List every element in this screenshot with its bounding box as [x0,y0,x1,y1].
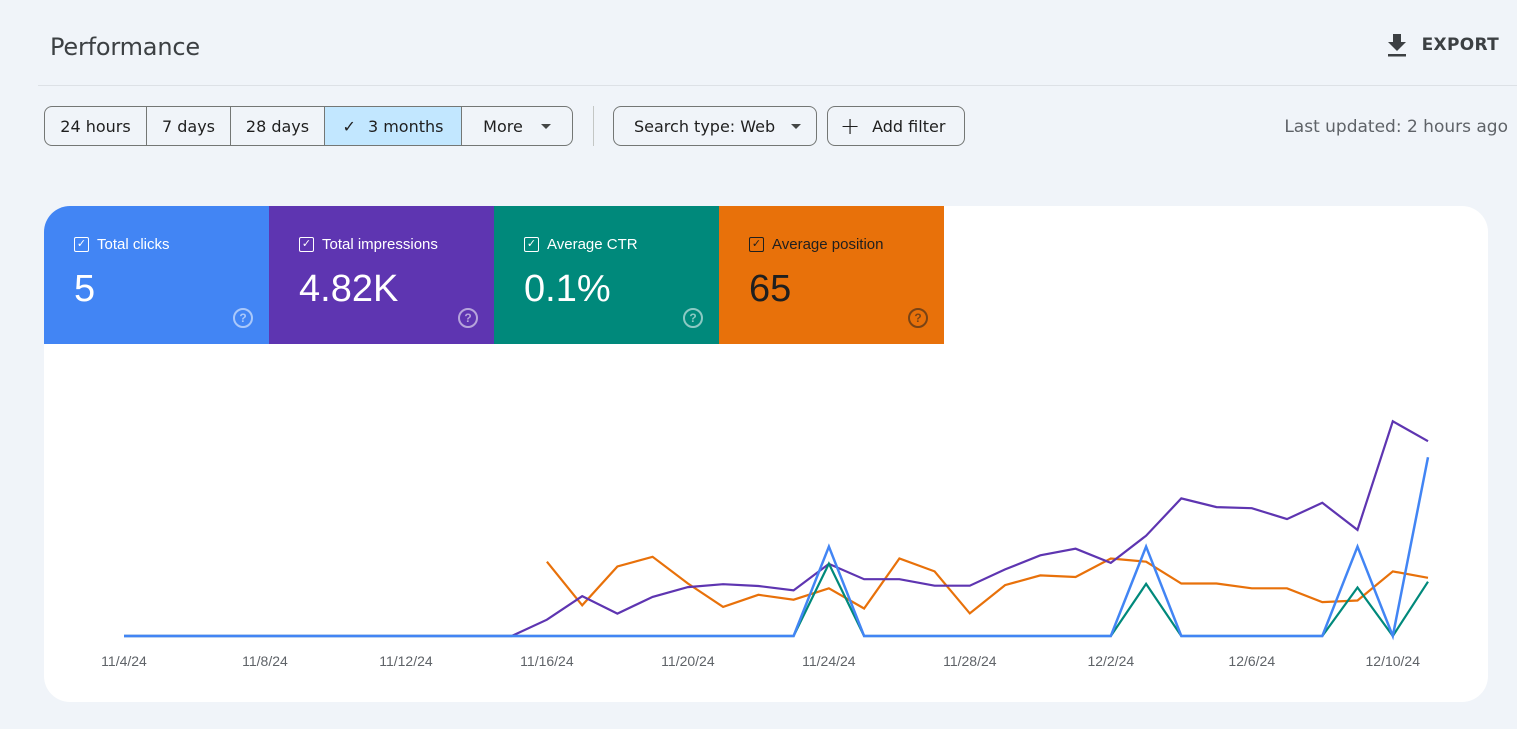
date-range-3-months[interactable]: ✓ 3 months [325,107,462,145]
help-icon[interactable]: ? [908,308,928,328]
series-line-average-position [546,555,1429,615]
export-button[interactable]: EXPORT [1386,33,1499,57]
date-range-selector: 24 hours 7 days 28 days ✓ 3 months More [44,106,573,146]
metric-label: Total impressions [322,236,438,253]
metric-label: Average position [772,236,884,253]
x-tick-label: 11/8/24 [242,653,288,669]
date-range-label: More [483,116,523,136]
performance-chart-card: 11/4/24 11/8/24 11/12/24 11/16/24 11/20/24 11… [44,206,1488,702]
x-tick-label: 11/24/24 [802,653,856,669]
date-range-label: 3 months [367,116,444,136]
metric-value: 5 [74,268,96,310]
checkbox-checked-icon[interactable]: ✓ [749,237,764,252]
download-icon [1387,34,1406,57]
metric-tile-total-impressions[interactable]: ✓ Total impressions 4.82K ? [269,206,494,344]
metric-label: Average CTR [547,236,638,253]
last-updated-text: Last updated: 2 hours ago [1284,117,1508,137]
metric-label: Total clicks [97,236,170,253]
metric-tile-average-ctr[interactable]: ✓ Average CTR 0.1% ? [494,206,719,344]
x-tick-label: 12/6/24 [1228,653,1275,669]
date-range-label: 24 hours [60,116,131,136]
header-divider [38,85,1517,86]
series-line-total-impressions [124,419,1429,638]
checkmark-icon: ✓ [342,116,356,136]
metric-tile-average-position[interactable]: ✓ Average position 65 ? [719,206,944,344]
search-type-dropdown[interactable]: Search type: Web [613,106,817,146]
x-tick-label: 11/16/24 [520,653,574,669]
x-tick-label: 11/20/24 [661,653,715,669]
filter-separator [593,106,594,146]
checkbox-checked-icon[interactable]: ✓ [74,237,89,252]
date-range-24-hours[interactable]: 24 hours [45,107,147,145]
series-line-total-clicks [124,457,1430,641]
search-type-label: Search type: Web [634,116,776,136]
help-icon[interactable]: ? [233,308,253,328]
date-range-label: 28 days [245,116,310,136]
plus-icon: + [840,112,861,140]
series-line-average-ctr [124,561,1429,638]
metric-value: 65 [749,268,792,310]
x-tick-label: 11/28/24 [943,653,997,669]
checkbox-checked-icon[interactable]: ✓ [524,237,539,252]
x-tick-label: 11/4/24 [101,653,147,669]
date-range-label: 7 days [161,116,216,136]
checkbox-checked-icon[interactable]: ✓ [299,237,314,252]
caret-down-icon [791,123,802,129]
help-icon[interactable]: ? [683,308,703,328]
help-icon[interactable]: ? [458,308,478,328]
add-filter-button[interactable]: + Add filter [827,106,965,146]
metric-value: 4.82K [299,268,399,310]
x-tick-label: 12/10/24 [1366,653,1421,669]
metric-tiles: ✓ Total clicks 5 ? ✓ Total impressions 4.8… [44,206,1488,344]
x-tick-label: 11/12/24 [379,653,433,669]
export-label: EXPORT [1421,35,1499,55]
metric-value: 0.1% [524,268,611,310]
caret-down-icon [540,123,551,129]
date-range-7-days[interactable]: 7 days [147,107,231,145]
date-range-28-days[interactable]: 28 days [231,107,325,145]
metric-tile-total-clicks[interactable]: ✓ Total clicks 5 ? [44,206,269,344]
x-tick-label: 12/2/24 [1087,653,1134,669]
add-filter-label: Add filter [872,116,946,136]
date-range-more-dropdown[interactable]: More [462,107,572,145]
page-title: Performance [50,33,200,61]
